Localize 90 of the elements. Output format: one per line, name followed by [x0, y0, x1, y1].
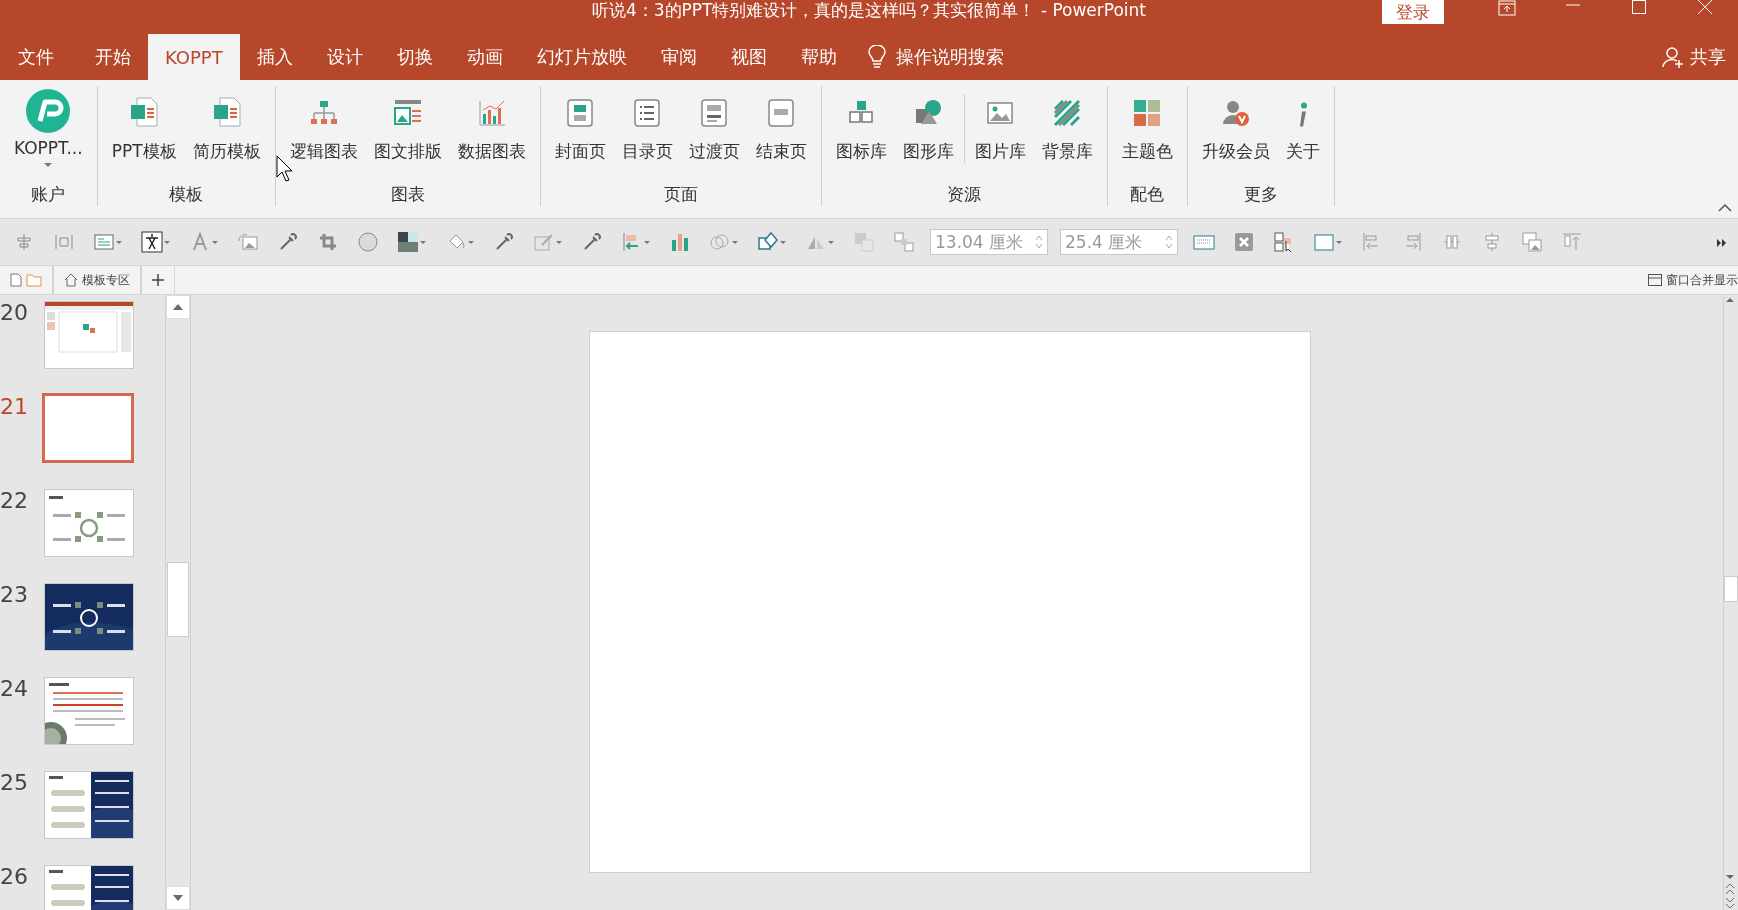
triangle-down-icon [172, 894, 184, 902]
triangle-up-icon [172, 303, 184, 311]
info-icon [1298, 102, 1307, 128]
slide-number: 23 [0, 583, 29, 607]
ribbon-button[interactable]: PPT模板 [103, 86, 185, 163]
document-icon [129, 96, 160, 128]
palette-icon [1132, 98, 1163, 128]
ribbon-button[interactable]: 图片库 [966, 86, 1034, 163]
scroll-up-button[interactable] [166, 295, 190, 319]
window-title: 听说4：3的PPT特别难设计，真的是这样吗？其实很简单！ - PowerPoint [591, 0, 1147, 20]
merge-windows-button[interactable]: 窗口合并显示 [1666, 271, 1738, 289]
group-label: 页面 [662, 183, 699, 206]
slide-thumbnail[interactable] [44, 771, 134, 839]
ribbon-tab[interactable]: 帮助 [783, 34, 854, 80]
next-slide-icon[interactable] [1724, 896, 1736, 910]
slide-thumbnail[interactable] [44, 489, 134, 557]
document-icon [211, 96, 242, 128]
group-label: 账户 [30, 183, 67, 206]
ribbon-button[interactable]: 封面页 [546, 86, 614, 163]
folder-icon[interactable] [26, 273, 42, 287]
ribbon-button[interactable]: 图文排版 [365, 86, 450, 163]
ribbon-button[interactable]: 数据图表 [449, 86, 534, 163]
slide-thumbnail[interactable] [44, 301, 134, 369]
page-icon [566, 98, 595, 128]
window-icon [1648, 274, 1662, 286]
group-label: 更多 [1242, 183, 1279, 206]
close-icon[interactable] [1698, 0, 1712, 14]
slide-number: 21 [0, 395, 29, 419]
ribbon-button[interactable]: 主题色 [1113, 86, 1181, 163]
collapse-icon[interactable] [1718, 203, 1732, 212]
page-icon [700, 98, 729, 128]
lightbulb-icon[interactable] [867, 45, 886, 69]
stripes-icon [1052, 98, 1083, 128]
ribbon-tab[interactable]: 开始 [78, 34, 148, 80]
ribbon-button[interactable]: KOPPT... [6, 86, 91, 168]
logo-icon [25, 88, 72, 134]
ribbon-tab[interactable]: 视图 [713, 34, 784, 80]
ribbon-tab[interactable]: 审阅 [643, 34, 714, 80]
ribbon-button[interactable]: 图标库 [827, 86, 895, 163]
ribbon-tab[interactable]: 幻灯片放映 [519, 34, 644, 80]
ribbon-tab[interactable]: 切换 [379, 34, 450, 80]
ribbon-display-icon[interactable] [1498, 0, 1516, 16]
layout-icon [392, 98, 423, 128]
ribbon-tab[interactable]: 动画 [449, 34, 520, 80]
bar-chart-icon [476, 98, 507, 128]
ribbon-button[interactable]: 关于 [1277, 86, 1328, 163]
share-button[interactable]: 共享 [1690, 45, 1726, 69]
slide-thumbnail[interactable] [44, 677, 134, 745]
scroll-down-icon[interactable] [1724, 872, 1736, 882]
document-tab[interactable]: 模板专区 [53, 266, 141, 294]
ribbon-button[interactable]: 逻辑图表 [281, 86, 366, 163]
add-tab-icon[interactable] [152, 274, 164, 286]
new-file-icon[interactable] [10, 273, 22, 287]
ribbon-tab[interactable]: KOPPT [148, 34, 240, 80]
ribbon-button[interactable]: 目录页 [613, 86, 681, 163]
person-add-icon [1662, 46, 1684, 68]
page-icon [767, 98, 796, 128]
login-button[interactable]: 登录 [1382, 0, 1444, 24]
more-icon[interactable] [1716, 237, 1728, 248]
list-icon [633, 98, 662, 128]
slide-number: 25 [0, 771, 29, 795]
ribbon-button[interactable]: 简历模板 [184, 86, 269, 163]
slide-number: 20 [0, 301, 29, 325]
home-icon [64, 273, 78, 287]
slide-number: 24 [0, 677, 29, 701]
scroll-down-button[interactable] [166, 886, 190, 910]
scrollbar-thumb[interactable] [167, 562, 189, 637]
group-label: 图表 [389, 183, 426, 206]
maximize-icon[interactable] [1632, 0, 1646, 14]
member-icon [1220, 98, 1251, 128]
slide-thumbnail[interactable] [42, 393, 134, 463]
group-label: 配色 [1129, 183, 1166, 206]
ribbon-button[interactable]: 图形库 [894, 86, 962, 163]
scrollbar-thumb[interactable] [1724, 575, 1738, 602]
slide-thumbnail[interactable] [44, 583, 134, 651]
ribbon-button[interactable]: 升级会员 [1193, 86, 1278, 163]
ribbon-tab[interactable]: 插入 [239, 34, 310, 80]
slide-number: 22 [0, 489, 29, 513]
previous-slide-icon[interactable] [1724, 882, 1736, 896]
slide-number: 26 [0, 865, 29, 889]
ribbon-button[interactable]: 过渡页 [680, 86, 748, 163]
spinner-icon[interactable] [1035, 234, 1043, 250]
ribbon-button[interactable]: 结束页 [747, 86, 815, 163]
group-label: 资源 [946, 183, 983, 206]
ribbon-tab[interactable]: 设计 [309, 34, 380, 80]
ribbon-button[interactable]: 背景库 [1033, 86, 1101, 163]
ribbon-tab[interactable]: 文件 [0, 34, 72, 80]
search-field[interactable]: 操作说明搜索 [895, 45, 1004, 69]
group-label: 模板 [168, 183, 205, 206]
spinner-icon[interactable] [1165, 234, 1173, 250]
